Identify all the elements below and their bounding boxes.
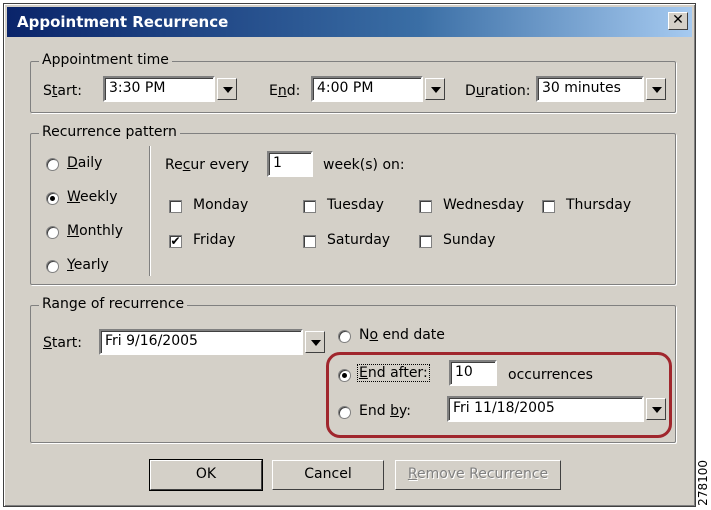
- recur-every-label: Recur every: [165, 157, 250, 173]
- recur-every-field[interactable]: 1: [267, 151, 313, 177]
- wednesday-checkbox[interactable]: [419, 200, 432, 213]
- duration-dropdown-button[interactable]: [646, 78, 666, 100]
- appointment-time-legend: Appointment time: [39, 52, 172, 68]
- no-end-date-label[interactable]: No end date: [359, 327, 445, 343]
- no-end-date-radio[interactable]: [338, 330, 351, 343]
- monthly-radio[interactable]: [46, 226, 59, 239]
- end-time-label: End:: [269, 83, 301, 99]
- daily-label[interactable]: Daily: [67, 155, 102, 171]
- start-time-label: Start:: [43, 83, 82, 99]
- ok-button[interactable]: OK: [149, 459, 263, 491]
- range-of-recurrence-group: Range of recurrence Start: Fri 9/16/2005…: [30, 296, 676, 443]
- friday-checkbox[interactable]: ✔: [169, 235, 182, 248]
- recurrence-pattern-group: Recurrence pattern Daily Weekly Monthly …: [30, 124, 676, 285]
- title-bar: Appointment Recurrence ✕: [7, 7, 692, 37]
- close-button[interactable]: ✕: [668, 12, 688, 30]
- figure-id-label: 278100: [696, 460, 710, 506]
- start-time-field[interactable]: 3:30 PM: [103, 76, 215, 102]
- thursday-checkbox[interactable]: [542, 200, 555, 213]
- duration-field[interactable]: 30 minutes: [536, 76, 644, 102]
- remove-recurrence-button[interactable]: Remove Recurrence: [395, 460, 561, 490]
- range-start-label: Start:: [43, 335, 82, 351]
- end-time-field[interactable]: 4:00 PM: [311, 76, 423, 102]
- appointment-time-group: Appointment time Start: 3:30 PM End: 4:0…: [30, 52, 676, 113]
- range-start-dropdown-button[interactable]: [305, 331, 325, 353]
- wednesday-label[interactable]: Wednesday: [443, 197, 524, 213]
- thursday-label[interactable]: Thursday: [566, 197, 631, 213]
- monthly-label[interactable]: Monthly: [67, 223, 123, 239]
- pattern-separator: [149, 146, 151, 276]
- check-icon: ✔: [170, 234, 181, 248]
- end-time-dropdown-button[interactable]: [425, 78, 445, 100]
- saturday-label[interactable]: Saturday: [327, 232, 390, 248]
- close-icon: ✕: [672, 12, 684, 28]
- range-start-field[interactable]: Fri 9/16/2005: [99, 329, 303, 355]
- tuesday-checkbox[interactable]: [303, 200, 316, 213]
- sunday-checkbox[interactable]: [419, 235, 432, 248]
- tuesday-label[interactable]: Tuesday: [327, 197, 384, 213]
- weekly-label[interactable]: Weekly: [67, 189, 118, 205]
- end-options-highlight: [326, 352, 672, 438]
- range-legend: Range of recurrence: [39, 296, 188, 312]
- monday-checkbox[interactable]: [169, 200, 182, 213]
- saturday-checkbox[interactable]: [303, 235, 316, 248]
- yearly-radio[interactable]: [46, 260, 59, 273]
- weekly-radio[interactable]: [46, 192, 59, 205]
- monday-label[interactable]: Monday: [193, 197, 248, 213]
- start-time-dropdown-button[interactable]: [217, 78, 237, 100]
- dialog-title: Appointment Recurrence: [17, 13, 229, 31]
- weeks-on-label: week(s) on:: [323, 157, 405, 173]
- appointment-recurrence-dialog: Appointment Recurrence ✕ Appointment tim…: [3, 3, 696, 507]
- recurrence-pattern-legend: Recurrence pattern: [39, 124, 180, 140]
- yearly-label[interactable]: Yearly: [67, 257, 109, 273]
- daily-radio[interactable]: [46, 158, 59, 171]
- duration-label: Duration:: [465, 83, 531, 99]
- sunday-label[interactable]: Sunday: [443, 232, 495, 248]
- friday-label[interactable]: Friday: [193, 232, 235, 248]
- cancel-button[interactable]: Cancel: [272, 460, 384, 490]
